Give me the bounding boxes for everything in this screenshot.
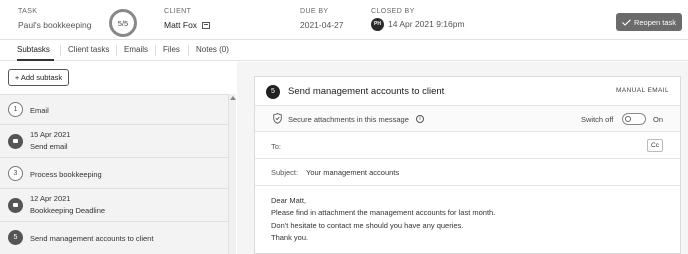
progress-text: 5/5 [118,19,128,28]
task-name: Paul's bookkeeping [18,20,92,30]
card-title: Send management accounts to client [288,86,445,97]
step-number-badge: 5 [266,85,280,99]
subtask-label: Process bookkeeping [30,170,102,179]
subtask-panel: + Add subtask 1 Email 15 Apr 2021 Send e… [0,62,228,254]
reopen-task-button[interactable]: Reopen task [616,13,682,31]
message-icon [8,198,23,213]
subtask-item-send-management-accounts[interactable]: 5 Send management accounts to client [0,222,228,253]
tab-divider [188,45,189,56]
subtask-item-process-bookkeeping[interactable]: 3 Process bookkeeping [0,158,228,189]
secure-attachments-toggle[interactable] [622,113,646,125]
task-header: TASK Paul's bookkeeping 5/5 CLIENT Matt … [0,0,688,40]
add-subtask-button[interactable]: + Add subtask [8,69,69,86]
tab-bar: Subtasks Client tasks Emails Files Notes… [0,40,688,61]
client-card-icon[interactable] [202,22,211,29]
tab-divider [116,45,117,56]
closed-date: 14 Apr 2021 9:16pm [388,18,465,29]
email-type-tag: MANUAL EMAIL [616,87,669,94]
subject-label: Subject: [271,168,299,177]
subtask-label: Send management accounts to client [30,234,154,243]
tab-divider [60,45,61,56]
switch-on-label: On [653,115,664,124]
toggle-knob [625,116,631,122]
task-column: TASK Paul's bookkeeping [18,8,91,30]
email-detail-card: 5 Send management accounts to client MAN… [254,76,681,254]
switch-off-label: Switch off [581,115,614,124]
subtask-item-email[interactable]: 1 Email [0,95,228,125]
scroll-up-arrow-icon[interactable] [230,96,236,100]
email-body[interactable]: Dear Matt, Please find in attachment the… [271,195,495,244]
message-icon [8,134,23,149]
secure-attachments-label: Secure attachments in this message [288,115,409,124]
step-number-badge: 3 [8,166,23,181]
client-label: CLIENT [164,8,192,15]
task-label: TASK [18,8,38,15]
tab-notes[interactable]: Notes (0) [196,40,229,61]
closed-column: CLOSED BY PH 14 Apr 2021 9:16pm [371,8,465,31]
client-row: Matt Fox [164,20,211,30]
tab-divider [155,45,156,56]
tab-files[interactable]: Files [163,40,180,61]
reopen-icon [622,18,631,26]
client-column: CLIENT Matt Fox [164,8,211,30]
due-date: 2021-04-27 [300,20,344,30]
tab-emails[interactable]: Emails [124,40,148,61]
subtask-label: Send email [30,142,68,151]
subtask-label: Email [30,106,49,115]
card-header: 5 Send management accounts to client MAN… [255,77,680,106]
subtask-item-bookkeeping-deadline[interactable]: 12 Apr 2021 Bookkeeping Deadline [0,189,228,222]
subject-field-row[interactable]: Subject: Your management accounts [255,159,680,186]
step-number-badge: 1 [8,102,23,117]
progress-ring: 5/5 [109,9,137,37]
closed-row: PH 14 Apr 2021 9:16pm [371,18,465,31]
subtask-date: 15 Apr 2021 [30,130,71,139]
subtask-label: Bookkeeping Deadline [30,206,106,215]
to-field-row[interactable]: To: Cc [255,132,680,159]
subject-value[interactable]: Your management accounts [306,168,399,177]
closed-label: CLOSED BY [371,8,415,15]
email-body-line: Please find in attachment the management… [271,208,496,218]
tab-client-tasks[interactable]: Client tasks [68,40,109,61]
subtask-item-send-email[interactable]: 15 Apr 2021 Send email [0,125,228,158]
reopen-task-label: Reopen task [633,17,677,27]
email-body-line: Don't hesitate to contact me should you … [271,220,464,230]
tab-subtasks[interactable]: Subtasks [17,40,54,61]
email-body-line: Thank you. [271,232,309,242]
email-body-line: Dear Matt, [271,196,307,205]
due-column: DUE BY 2021-04-27 [300,8,343,30]
step-number-badge: 5 [8,230,23,245]
subtask-date: 12 Apr 2021 [30,194,71,203]
due-label: DUE BY [300,8,329,15]
secure-attachments-row: Secure attachments in this message i Swi… [255,106,680,132]
client-name[interactable]: Matt Fox [164,20,197,30]
subtask-list: 1 Email 15 Apr 2021 Send email 3 Process… [0,94,228,254]
info-icon[interactable]: i [416,115,424,123]
cc-button[interactable]: Cc [647,139,663,152]
shield-icon [273,113,282,124]
scrollbar[interactable] [228,94,236,254]
avatar: PH [371,18,384,31]
to-label: To: [271,142,282,151]
